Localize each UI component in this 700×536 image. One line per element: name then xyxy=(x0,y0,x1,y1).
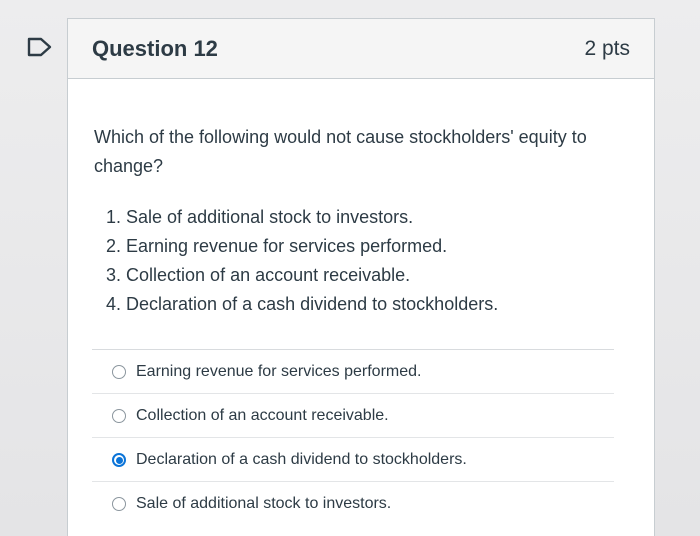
question-item: 4. Declaration of a cash dividend to sto… xyxy=(106,294,499,314)
answer-label[interactable]: Sale of additional stock to investors. xyxy=(136,495,391,513)
question-item: 2. Earning revenue for services performe… xyxy=(106,236,448,256)
radio-button-selected[interactable] xyxy=(112,452,126,467)
question-title: Question 12 xyxy=(92,35,218,61)
radio-button[interactable] xyxy=(112,364,126,379)
flag-question-icon[interactable] xyxy=(26,36,54,58)
answer-option-2[interactable]: Collection of an account receivable. xyxy=(92,393,614,437)
answer-label[interactable]: Collection of an account receivable. xyxy=(136,407,389,425)
question-item-list: 1. Sale of additional stock to investors… xyxy=(106,203,628,319)
answer-label[interactable]: Declaration of a cash dividend to stockh… xyxy=(136,451,467,469)
question-points: 2 pts xyxy=(584,36,630,60)
answer-options: Earning revenue for services performed. … xyxy=(92,349,614,525)
radio-button[interactable] xyxy=(112,496,126,511)
question-body: Which of the following would not cause s… xyxy=(68,79,654,319)
question-item: 1. Sale of additional stock to investors… xyxy=(106,207,414,227)
answer-option-3[interactable]: Declaration of a cash dividend to stockh… xyxy=(92,437,614,481)
question-item: 3. Collection of an account receivable. xyxy=(106,265,411,285)
radio-button[interactable] xyxy=(112,408,126,423)
answer-option-1[interactable]: Earning revenue for services performed. xyxy=(92,349,614,393)
quiz-stage: Question 12 2 pts Which of the following… xyxy=(0,0,700,536)
question-card: Question 12 2 pts Which of the following… xyxy=(67,18,655,536)
answer-label[interactable]: Earning revenue for services performed. xyxy=(136,363,421,381)
answer-option-4[interactable]: Sale of additional stock to investors. xyxy=(92,481,614,525)
question-text: Which of the following would not cause s… xyxy=(94,127,587,176)
question-header: Question 12 2 pts xyxy=(68,19,654,79)
